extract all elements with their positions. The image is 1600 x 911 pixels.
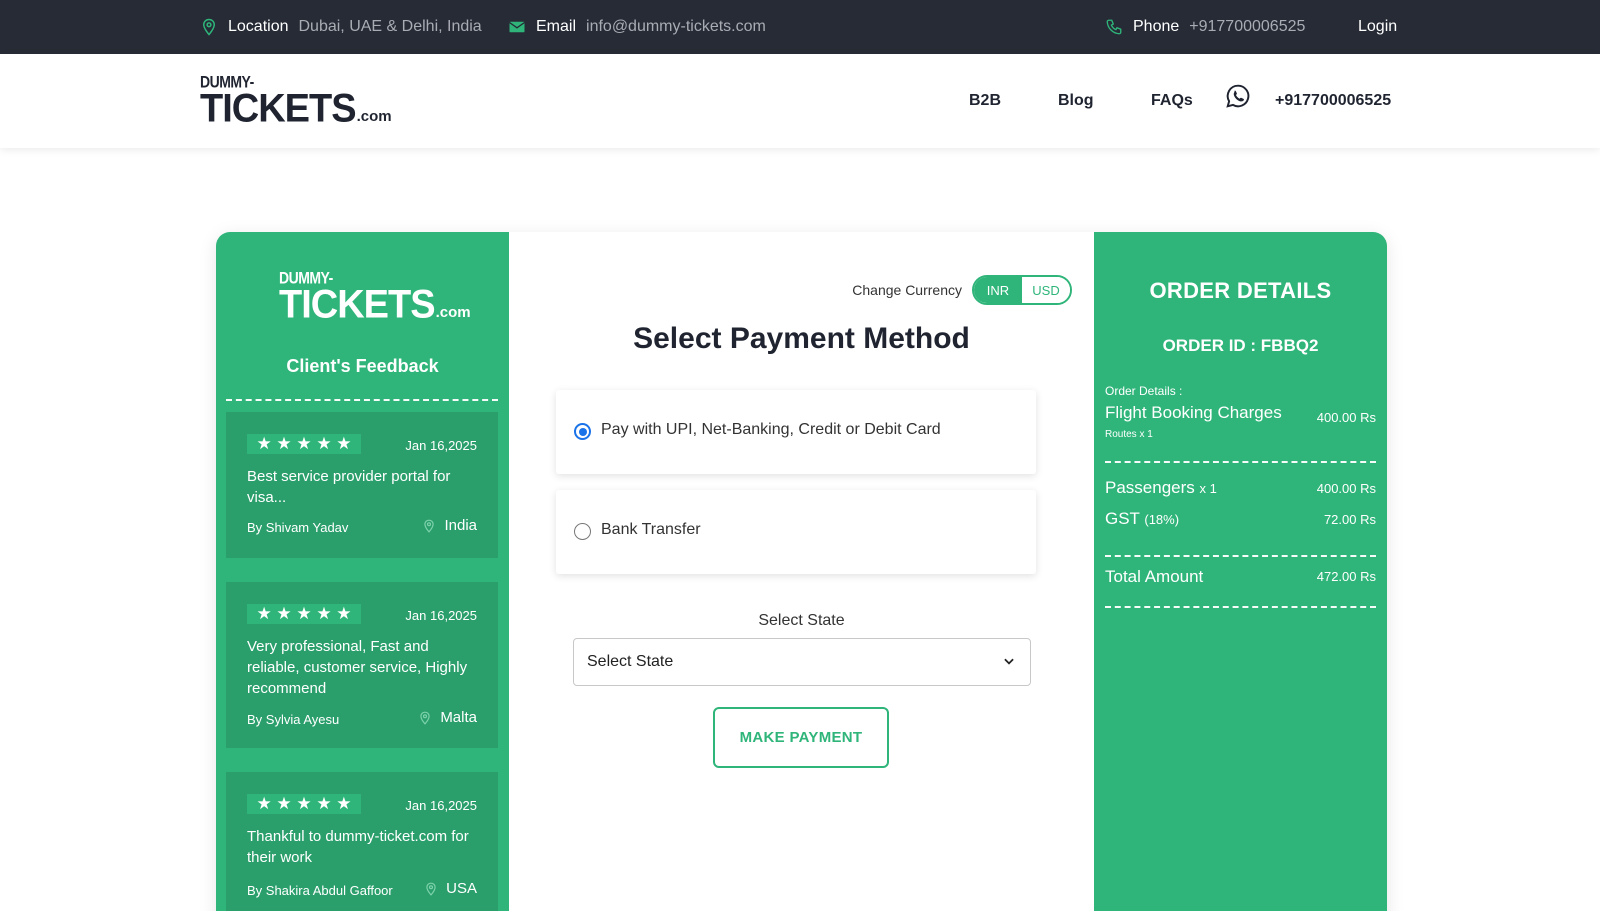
- review-text: Very professional, Fast and reliable, cu…: [247, 638, 468, 697]
- map-pin-icon: [424, 519, 435, 533]
- review-date: Jan 16,2025: [405, 438, 477, 453]
- email-label: Email: [536, 18, 577, 35]
- order-title: ORDER DETAILS: [1149, 278, 1332, 303]
- review-text: Best service provider portal for visa...: [247, 468, 451, 506]
- payment-panel: Change Currency INR USD Select Payment M…: [509, 232, 1094, 911]
- gst-label: GST (18%): [1105, 509, 1179, 529]
- make-payment-button[interactable]: MAKE PAYMENT: [713, 707, 889, 768]
- state-label: Select State: [758, 612, 845, 629]
- review-location: Malta: [418, 709, 477, 726]
- map-pin-icon: [200, 18, 218, 36]
- total-amount: 472.00 Rs: [1316, 569, 1376, 584]
- email-info[interactable]: Email info@dummy-tickets.com: [508, 0, 766, 54]
- review-card: ★ ★ ★ ★ ★ Jan 16,2025 Very professional,…: [226, 582, 498, 748]
- routes-count: Routes x 1: [1105, 429, 1153, 440]
- phone-icon: [1105, 18, 1123, 36]
- order-divider: [1105, 461, 1376, 463]
- currency-usd-option[interactable]: USD: [1022, 277, 1070, 303]
- order-id: ORDER ID : FBBQ2: [1162, 336, 1319, 355]
- nav-b2b[interactable]: B2B: [969, 54, 1001, 148]
- order-divider: [1105, 555, 1376, 557]
- map-pin-icon: [426, 882, 436, 896]
- feedback-title: Client's Feedback: [286, 356, 439, 376]
- star-rating: ★ ★ ★ ★ ★: [247, 604, 361, 624]
- state-select-value: Select State: [587, 653, 674, 670]
- star-rating: ★ ★ ★ ★ ★: [247, 794, 361, 814]
- payment-option-label[interactable]: Pay with UPI, Net-Banking, Credit or Deb…: [601, 421, 941, 439]
- review-card: ★ ★ ★ ★ ★ Jan 16,2025 Best service provi…: [226, 412, 498, 558]
- panel-logo-suffix: .com: [435, 304, 471, 321]
- review-date: Jan 16,2025: [405, 798, 477, 813]
- location-value: Dubai, UAE & Delhi, India: [298, 18, 482, 35]
- review-card: ★ ★ ★ ★ ★ Jan 16,2025 Thankful to dummy-…: [226, 772, 498, 911]
- payment-option-card[interactable]: Pay with UPI, Net-Banking, Credit or Deb…: [556, 390, 1036, 474]
- whatsapp-icon[interactable]: [1225, 49, 1251, 143]
- star-rating: ★ ★ ★ ★ ★: [247, 434, 361, 454]
- passengers-label-text: Passengers: [1105, 478, 1195, 497]
- flight-charges-amount: 400.00 Rs: [1316, 410, 1376, 425]
- passengers-count: x 1: [1199, 481, 1217, 496]
- payment-option-label[interactable]: Bank Transfer: [601, 521, 701, 539]
- gst-label-text: GST: [1105, 509, 1140, 528]
- state-select[interactable]: Select State: [573, 638, 1031, 686]
- radio-bank-transfer[interactable]: [574, 523, 591, 540]
- envelope-icon: [508, 18, 526, 36]
- currency-inr-option[interactable]: INR: [974, 277, 1022, 303]
- review-location-text: Malta: [440, 709, 477, 726]
- gst-rate: (18%): [1144, 512, 1180, 527]
- review-author: By Sylvia Ayesu: [247, 712, 340, 727]
- panel-logo: DUMMY- TICKETS.com: [279, 269, 471, 328]
- login-link[interactable]: Login: [1358, 0, 1397, 54]
- gst-amount: 72.00 Rs: [1323, 512, 1376, 527]
- top-bar: Location Dubai, UAE & Delhi, India Email…: [0, 0, 1600, 54]
- phone-info[interactable]: Phone +917700006525: [1105, 0, 1305, 54]
- email-link[interactable]: info@dummy-tickets.com: [586, 18, 766, 36]
- logo-line2: TICKETS: [200, 86, 357, 132]
- payment-title: Select Payment Method: [633, 322, 970, 355]
- nav-faqs[interactable]: FAQs: [1151, 54, 1193, 148]
- review-location-text: India: [444, 517, 477, 534]
- nav-blog[interactable]: Blog: [1058, 54, 1094, 148]
- phone-link[interactable]: +917700006525: [1189, 18, 1305, 36]
- radio-upi[interactable]: [574, 423, 591, 440]
- payment-option-card[interactable]: Bank Transfer: [556, 490, 1036, 574]
- feedback-panel: DUMMY- TICKETS.com Client's Feedback ★ ★…: [216, 232, 509, 911]
- review-location: India: [422, 517, 477, 534]
- feedback-divider: [226, 399, 498, 401]
- review-text: Thankful to dummy-ticket.com for their w…: [247, 828, 469, 866]
- review-author: By Shakira Abdul Gaffoor: [247, 883, 393, 898]
- chevron-down-icon: [1002, 654, 1016, 673]
- passengers-amount: 400.00 Rs: [1316, 481, 1376, 496]
- panel-logo-line2: TICKETS: [279, 282, 436, 328]
- review-location-text: USA: [446, 880, 477, 897]
- map-pin-icon: [420, 711, 430, 725]
- change-currency-label: Change Currency: [852, 282, 962, 298]
- logo-suffix: .com: [356, 108, 392, 125]
- total-label: Total Amount: [1105, 567, 1204, 586]
- review-location: USA: [424, 880, 477, 897]
- currency-toggle[interactable]: INR USD: [972, 275, 1072, 305]
- passengers-label: Passengers x 1: [1105, 478, 1217, 498]
- review-author: By Shivam Yadav: [247, 520, 349, 535]
- phone-label: Phone: [1133, 18, 1180, 35]
- checkout-card: DUMMY- TICKETS.com Client's Feedback ★ ★…: [216, 232, 1387, 911]
- order-panel: ORDER DETAILS ORDER ID : FBBQ2 Order Det…: [1094, 232, 1387, 911]
- location-label: Location: [228, 18, 289, 35]
- order-details-label: Order Details :: [1105, 384, 1183, 398]
- header-phone[interactable]: +917700006525: [1275, 54, 1391, 148]
- location-info: Location Dubai, UAE & Delhi, India: [200, 0, 482, 54]
- order-divider: [1105, 606, 1376, 608]
- site-header: DUMMY- TICKETS.com B2B Blog FAQs +917700…: [0, 54, 1600, 148]
- site-logo[interactable]: DUMMY- TICKETS.com: [200, 73, 392, 132]
- review-date: Jan 16,2025: [405, 608, 477, 623]
- flight-charges-label: Flight Booking Charges: [1105, 403, 1282, 422]
